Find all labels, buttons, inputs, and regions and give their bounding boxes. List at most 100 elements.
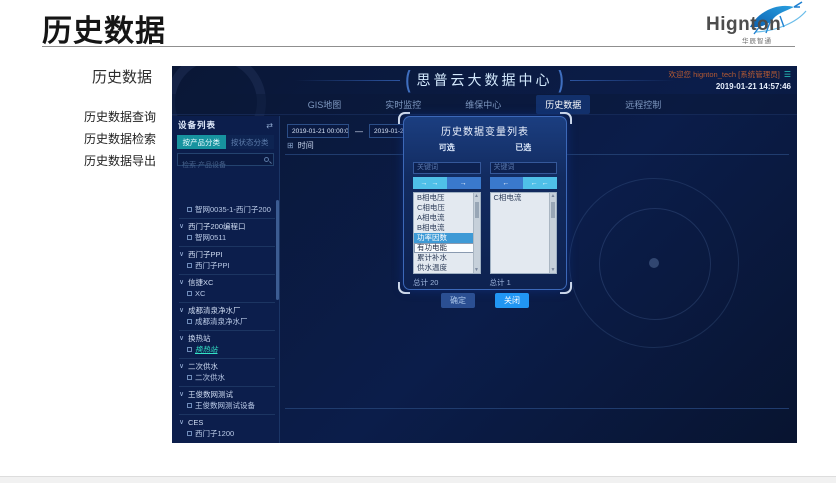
scroll-thumb[interactable] <box>475 202 479 218</box>
tag-icon <box>187 263 192 268</box>
move-all-left-button[interactable]: ← ← <box>523 177 557 189</box>
collapse-icon[interactable]: ⇄ <box>266 121 273 130</box>
hignton-logo: Hignton 华辰智通 <box>698 1 814 47</box>
nav-tab[interactable]: 维保中心 <box>456 95 510 114</box>
deco-line-left <box>295 80 400 81</box>
tree-group[interactable]: ∨二次供水 <box>179 358 275 370</box>
chevron-down-icon: ∨ <box>179 222 188 230</box>
scroll-up-icon[interactable]: ▲ <box>474 193 480 199</box>
page: 历史数据 Hignton 华辰智通 历史数据 历史数据查询历史数据检索历史数据导… <box>0 0 836 483</box>
chevron-down-icon: ∨ <box>179 362 188 370</box>
available-item[interactable]: A相电流 <box>414 213 480 223</box>
title-divider <box>42 46 795 47</box>
tree-label: 成都清泉净水厂 <box>195 316 248 327</box>
tag-icon <box>187 347 192 352</box>
chosen-item[interactable]: C相电流 <box>491 193 557 203</box>
tree-group[interactable]: ∨CES <box>179 414 275 426</box>
tree-item[interactable]: 成都清泉净水厂 <box>179 315 275 327</box>
scroll-thumb[interactable] <box>551 202 555 218</box>
available-scrollbar[interactable]: ▲ ▼ <box>473 193 480 273</box>
tree-item[interactable]: XC <box>179 287 275 299</box>
available-item[interactable]: 累计补水 <box>414 253 480 263</box>
sidebar-link[interactable]: 历史数据检索 <box>84 128 156 150</box>
available-search-input[interactable] <box>413 162 481 174</box>
available-label: 可选 <box>413 142 481 153</box>
scroll-down-icon[interactable]: ▼ <box>550 267 556 273</box>
tree-label: 二次供水 <box>188 361 218 372</box>
tree-item[interactable]: 王俊数网测试设备 <box>179 399 275 411</box>
chevron-down-icon: ∨ <box>179 278 188 286</box>
device-search-input[interactable] <box>178 160 273 171</box>
tag-icon <box>187 431 192 436</box>
scroll-up-icon[interactable]: ▲ <box>550 193 556 199</box>
table-header-time: ⊞ 时间 <box>287 140 314 151</box>
deco-line-right <box>570 80 675 81</box>
brand-name: Hignton <box>706 14 781 36</box>
available-transfer-buttons: → → → <box>413 177 481 189</box>
device-panel-tab[interactable]: 按产品分类 <box>177 135 226 149</box>
tree-group[interactable]: ∨王俊数网测试 <box>179 386 275 398</box>
confirm-button[interactable]: 确定 <box>441 293 475 308</box>
datetime-label: 2019-01-21 14:57:46 <box>669 82 791 91</box>
tree-label: 西门子PPI <box>195 260 230 271</box>
tree-item[interactable]: 换热站 <box>179 343 275 355</box>
bracket-right-icon: ) <box>559 66 564 93</box>
modal-panel: 历史数据变量列表 可选 → → → B相电压C相电压A相电流B相电流功率因数有功… <box>403 116 567 290</box>
tag-icon <box>187 319 192 324</box>
device-panel-tab[interactable]: 按状态分类 <box>226 135 275 149</box>
sidebar-link[interactable]: 历史数据查询 <box>84 106 156 128</box>
date-from-input[interactable]: 2019-01-21 00:00:00 <box>287 124 349 138</box>
available-item[interactable]: 有功电能 <box>414 243 480 253</box>
tree-item[interactable]: 智网0511 <box>179 231 275 243</box>
chosen-listbox: C相电流 ▲ ▼ <box>490 192 558 274</box>
available-item[interactable]: 供水温度 <box>414 263 480 273</box>
grid-icon: ⊞ <box>287 141 294 150</box>
tree-group[interactable]: ∨西门子PPI <box>179 246 275 258</box>
move-one-right-button[interactable]: → <box>447 177 481 189</box>
tree-group[interactable]: ∨信捷XC <box>179 274 275 286</box>
scroll-down-icon[interactable]: ▼ <box>474 267 480 273</box>
available-item[interactable]: 功率因数 <box>414 233 480 243</box>
tree-item[interactable]: 二次供水 <box>179 371 275 383</box>
nav-tab[interactable]: 远程控制 <box>616 95 670 114</box>
move-one-left-button[interactable]: ← <box>490 177 524 189</box>
tree-item[interactable]: 031 <box>179 440 275 443</box>
chosen-search-input[interactable] <box>490 162 558 174</box>
panel-scrollbar[interactable] <box>276 200 279 300</box>
available-item[interactable]: C相电压 <box>414 203 480 213</box>
time-column-label: 时间 <box>298 140 314 151</box>
tree-item[interactable]: 西门子1200 <box>179 427 275 439</box>
modal-columns: 可选 → → → B相电压C相电压A相电流B相电流功率因数有功电能累计补水供水温… <box>404 138 566 288</box>
tree-label: 王俊数网测试设备 <box>195 400 255 411</box>
available-list: B相电压C相电压A相电流B相电流功率因数有功电能累计补水供水温度 <box>414 193 480 273</box>
tree-group[interactable]: ∨换热站 <box>179 330 275 342</box>
tree-item[interactable]: 智网0035-1-西门子200 <box>179 203 275 215</box>
tag-icon <box>187 235 192 240</box>
search-icon[interactable] <box>264 157 269 162</box>
chosen-list: C相电流 <box>491 193 557 203</box>
move-all-right-button[interactable]: → → <box>413 177 447 189</box>
available-item[interactable]: B相电压 <box>414 193 480 203</box>
nav-tab[interactable]: GIS地图 <box>299 95 351 114</box>
brand-subtitle: 华辰智通 <box>742 35 772 45</box>
close-button[interactable]: 关闭 <box>495 293 529 308</box>
chosen-column: 已选 ← ← ← C相电流 ▲ ▼ <box>490 142 558 288</box>
tree-label: 换热站 <box>195 344 218 355</box>
chevron-down-icon: ∨ <box>179 418 188 426</box>
tree-label: 二次供水 <box>195 372 225 383</box>
tree-label: CES <box>188 418 203 427</box>
sidebar-link[interactable]: 历史数据导出 <box>84 150 156 172</box>
nav-tab[interactable]: 历史数据 <box>536 95 590 114</box>
tree-group[interactable]: ∨西门子200编程口 <box>179 218 275 230</box>
tree-group[interactable]: ∨成都清泉净水厂 <box>179 302 275 314</box>
menu-icon[interactable]: ☰ <box>784 70 791 79</box>
page-title: 历史数据 <box>42 6 166 50</box>
device-tree: 智网0035-1-西门子200∨西门子200编程口智网0511∨西门子PPI西门… <box>172 202 275 443</box>
tree-item[interactable]: 西门子PPI <box>179 259 275 271</box>
app-header: ( 思普云大数据中心 ) 欢迎您 hignton_tech [系统管理员]☰ 2… <box>172 66 797 94</box>
user-area: 欢迎您 hignton_tech [系统管理员]☰ 2019-01-21 14:… <box>669 69 791 91</box>
available-listbox: B相电压C相电压A相电流B相电流功率因数有功电能累计补水供水温度 ▲ ▼ <box>413 192 481 274</box>
nav-tab[interactable]: 实时监控 <box>376 95 430 114</box>
chosen-scrollbar[interactable]: ▲ ▼ <box>549 193 556 273</box>
available-item[interactable]: B相电流 <box>414 223 480 233</box>
